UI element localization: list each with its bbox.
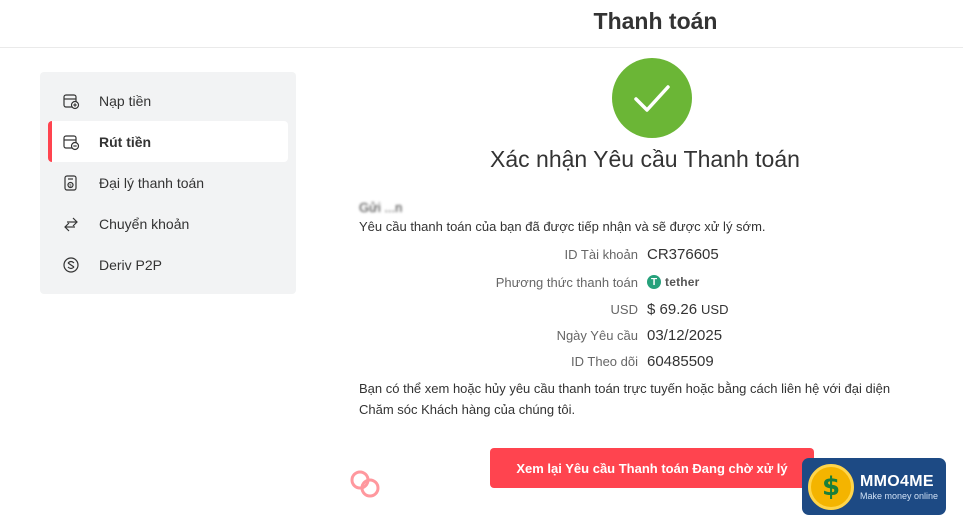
- amount-value: $ 69.26 USD: [647, 301, 729, 318]
- tether-wordmark: tether: [665, 275, 700, 289]
- sidebar-item-label: Đại lý thanh toán: [99, 174, 205, 191]
- loading-icon: [350, 470, 380, 498]
- payment-method-label: Phương thức thanh toán: [495, 274, 638, 290]
- account-id-label: ID Tài khoản: [564, 246, 638, 262]
- request-date-label: Ngày Yêu cầu: [556, 327, 638, 343]
- tracking-id-row: ID Theo dõi 60485509: [359, 351, 859, 371]
- payment-method-value: T tether: [647, 275, 700, 289]
- confirmation-title: Xác nhận Yêu cầu Thanh toán: [490, 146, 800, 172]
- watermark-tagline: Make money online: [860, 490, 939, 501]
- transfer-icon: [62, 215, 80, 233]
- tether-logo: T tether: [647, 275, 700, 289]
- info-text: Bạn có thể xem hoặc hủy yêu cầu thanh to…: [359, 378, 959, 420]
- tether-icon: T: [647, 275, 661, 289]
- review-pending-requests-button[interactable]: Xem lại Yêu cầu Thanh toán Đang chờ xử l…: [490, 448, 814, 488]
- greeting-text: Gửi ...n: [359, 200, 403, 215]
- amount-row: USD $ 69.26 USD: [359, 299, 859, 319]
- sidebar-item-withdraw[interactable]: Rút tiền: [48, 121, 288, 162]
- tracking-id-label: ID Theo dõi: [571, 353, 638, 369]
- sidebar-item-payment-agent[interactable]: $ Đại lý thanh toán: [48, 162, 288, 203]
- confirmation-message: Yêu cầu thanh toán của bạn đã được tiếp …: [359, 219, 766, 234]
- request-date-row: Ngày Yêu cầu 03/12/2025: [359, 325, 859, 345]
- sidebar: Nạp tiền Rút tiền $ Đại lý thanh toán Ch…: [40, 72, 296, 294]
- sidebar-item-label: Chuyển khoản: [99, 215, 190, 232]
- sidebar-item-transfer[interactable]: Chuyển khoản: [48, 203, 288, 244]
- page-title: Thanh toán: [593, 8, 718, 34]
- deposit-icon: [62, 92, 80, 110]
- sidebar-item-label: Rút tiền: [99, 133, 152, 150]
- info-line: Bạn có thể xem hoặc hủy yêu cầu thanh to…: [359, 381, 891, 396]
- watermark-logo: $ MMO4ME Make money online: [802, 458, 946, 515]
- withdraw-icon: [62, 133, 80, 151]
- amount-currency: USD: [701, 301, 729, 317]
- page-header: Thanh toán: [0, 0, 963, 48]
- sidebar-item-deposit[interactable]: Nạp tiền: [48, 80, 288, 121]
- p2p-icon: [62, 256, 80, 274]
- watermark-text: MMO4ME Make money online: [860, 473, 938, 501]
- amount-number: $ 69.26: [647, 300, 698, 318]
- dollar-coin-icon: $: [808, 463, 854, 510]
- payment-method-row: Phương thức thanh toán T tether: [359, 272, 859, 292]
- payment-agent-icon: $: [62, 174, 80, 192]
- tracking-id-value: 60485509: [647, 352, 714, 370]
- account-id-row: ID Tài khoản CR376605: [359, 244, 859, 264]
- watermark-brand: MMO4ME: [860, 472, 934, 490]
- info-line: Chăm sóc Khách hàng của chúng tôi.: [359, 402, 576, 417]
- sidebar-item-label: Nạp tiền: [99, 92, 152, 109]
- sidebar-item-label: Deriv P2P: [99, 256, 163, 273]
- success-check-icon: [612, 58, 692, 138]
- request-date-value: 03/12/2025: [647, 326, 723, 344]
- account-id-value: CR376605: [647, 245, 719, 263]
- sidebar-item-p2p[interactable]: Deriv P2P: [48, 244, 288, 285]
- amount-label: USD: [610, 301, 638, 317]
